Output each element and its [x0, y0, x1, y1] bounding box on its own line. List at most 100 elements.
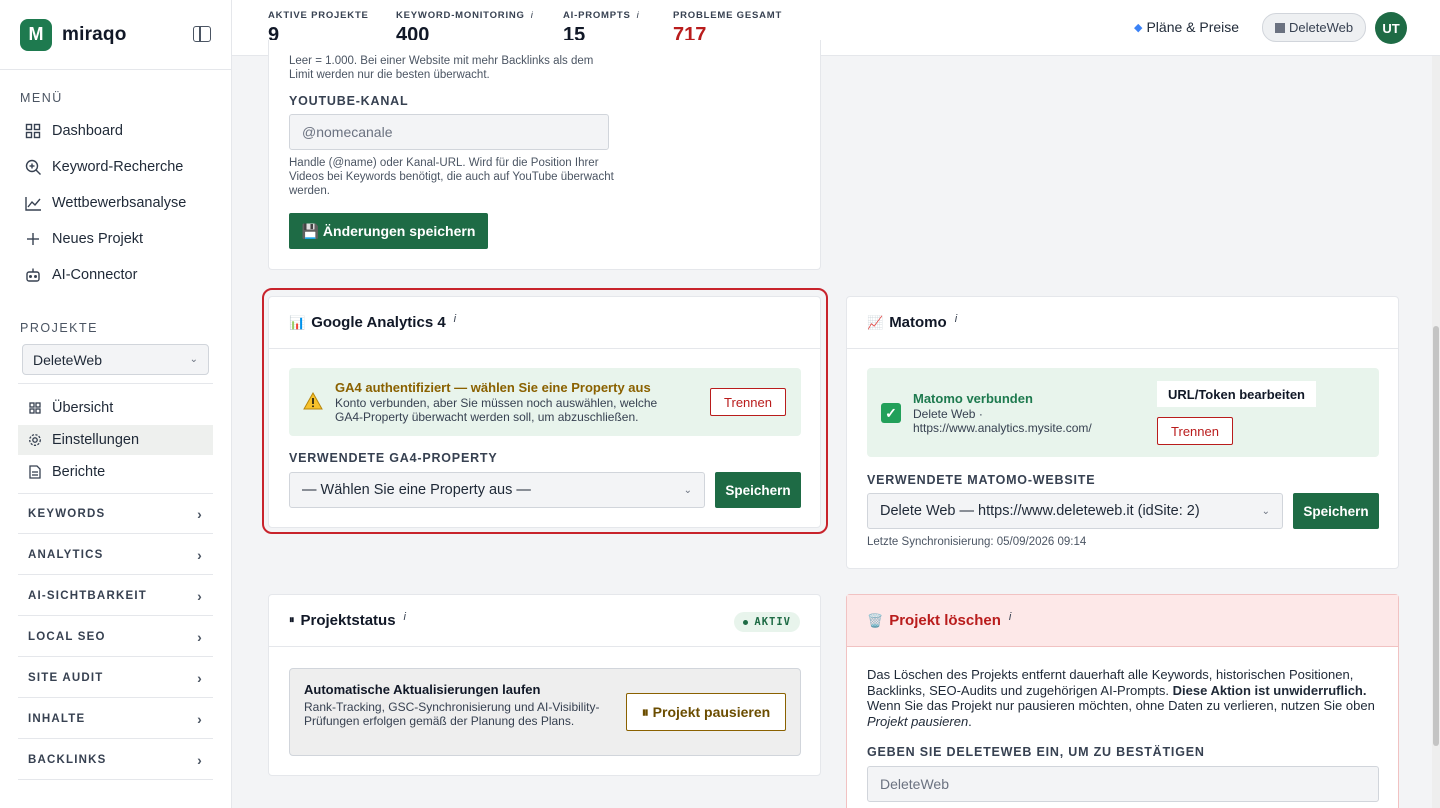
chevron-right-icon: ›: [197, 669, 203, 686]
matomo-notice-url: https://www.analytics.mysite.com/: [913, 421, 1092, 435]
nav-group-local-seo[interactable]: LOCAL SEO ›: [18, 617, 213, 657]
project-settings-card: Leer = 1.000. Bei einer Website mit mehr…: [268, 40, 821, 270]
info-icon[interactable]: i: [955, 313, 957, 325]
group-label: SITE AUDIT: [28, 671, 104, 684]
brand-name[interactable]: miraqo: [62, 24, 127, 46]
delete-text-bold: Diese Aktion ist unwiderruflich.: [1172, 682, 1367, 698]
project-select-value: DeleteWeb: [33, 351, 103, 368]
nav-item-dashboard[interactable]: Dashboard: [18, 115, 213, 147]
robot-icon: [24, 266, 42, 284]
project-nav-einstellungen[interactable]: Einstellungen: [18, 425, 213, 455]
chart-line-icon: [24, 194, 42, 212]
nav-item-neues-projekt[interactable]: Neues Projekt: [18, 223, 213, 255]
divider: [18, 383, 213, 384]
nav-item-label: Keyword-Recherche: [52, 159, 184, 175]
sidebar-toggle-icon[interactable]: [193, 26, 211, 42]
chevron-right-icon: ›: [197, 546, 203, 563]
status-notice-text: Rank-Tracking, GSC-Synchronisierung und …: [304, 700, 600, 728]
info-icon[interactable]: i: [1009, 611, 1011, 623]
matomo-notice-site: Delete Web ·: [913, 407, 983, 421]
logo-icon[interactable]: M: [20, 18, 52, 51]
grid-icon: [28, 401, 42, 415]
trash-icon: 🗑️: [867, 612, 884, 628]
stat-label-text: KEYWORD-MONITORING: [396, 10, 525, 21]
nav-group-site-audit[interactable]: SITE AUDIT ›: [18, 658, 213, 698]
chevron-down-icon: ⌄: [1261, 505, 1270, 517]
plans-link[interactable]: ◆ Pläne & Preise: [1134, 19, 1239, 35]
chevron-right-icon: ›: [197, 628, 203, 645]
project-status-title: Projektstatus: [300, 612, 396, 629]
matomo-edit-button[interactable]: URL/Token bearbeiten: [1157, 381, 1316, 407]
matomo-notice: ✓ Matomo verbunden Delete Web · https://…: [867, 368, 1379, 457]
matomo-notice-title: Matomo verbunden: [913, 391, 1033, 406]
info-icon[interactable]: i: [637, 10, 640, 21]
matomo-website-value: Delete Web — https://www.deleteweb.it (i…: [880, 503, 1200, 519]
youtube-input[interactable]: @nomecanale: [289, 114, 609, 150]
delete-confirm-input[interactable]: DeleteWeb: [867, 766, 1379, 802]
save-changes-button[interactable]: 💾 Änderungen speichern: [289, 213, 488, 249]
ga4-highlight-outline: [262, 288, 828, 534]
chevron-right-icon: ›: [197, 710, 203, 727]
group-label: INHALTE: [28, 712, 86, 725]
sidebar: M miraqo MENÜ Dashboard Keyword-Recherch…: [0, 0, 232, 808]
nav-group-keywords[interactable]: KEYWORDS ›: [18, 494, 213, 534]
avatar[interactable]: UT: [1375, 12, 1407, 44]
backlink-limit-help: Leer = 1.000. Bei einer Website mit mehr…: [289, 55, 594, 81]
matomo-title: Matomo: [889, 314, 947, 331]
youtube-help: Handle (@name) oder Kanal-URL. Wird für …: [289, 157, 614, 197]
group-label: BACKLINKS: [28, 753, 107, 766]
project-nav-label: Berichte: [52, 464, 106, 480]
logo-row: M miraqo: [0, 0, 231, 70]
matomo-disconnect-button[interactable]: Trennen: [1157, 417, 1233, 445]
status-badge-label: AKTIV: [754, 616, 791, 628]
stat-label: KEYWORD-MONITORING i: [396, 10, 534, 21]
info-icon[interactable]: i: [531, 10, 534, 21]
delete-warning-text: Das Löschen des Projekts entfernt dauerh…: [867, 667, 1377, 729]
status-dot: [743, 619, 749, 625]
group-label: ANALYTICS: [28, 548, 104, 561]
gear-icon: [28, 433, 42, 447]
status-notice-title: Automatische Aktualisierungen laufen: [304, 682, 541, 697]
nav-group-analytics[interactable]: ANALYTICS ›: [18, 535, 213, 575]
trend-chart-icon: 📈: [867, 314, 884, 330]
delete-text-b: Wenn Sie das Projekt nur pausieren möcht…: [867, 698, 1375, 713]
projects-section-label: PROJEKTE: [20, 321, 98, 335]
nav-item-keyword-recherche[interactable]: Keyword-Recherche: [18, 151, 213, 183]
project-status-card: ⏸ Projektstatus i AKTIV Automatische Akt…: [268, 594, 821, 776]
matomo-website-select[interactable]: Delete Web — https://www.deleteweb.it (i…: [867, 493, 1283, 529]
matomo-card: 📈 Matomo i ✓ Matomo verbunden Delete Web…: [846, 296, 1399, 569]
project-nav-uebersicht[interactable]: Übersicht: [18, 393, 213, 423]
info-icon[interactable]: i: [404, 611, 406, 623]
plus-icon: [24, 230, 42, 248]
nav-group-inhalte[interactable]: INHALTE ›: [18, 699, 213, 739]
nav-group-ai-sichtbarkeit[interactable]: AI-SICHTBARKEIT ›: [18, 576, 213, 616]
workspace-pill[interactable]: DeleteWeb: [1262, 13, 1367, 42]
nav-item-ai-connector[interactable]: AI-Connector: [18, 259, 213, 291]
matomo-save-button[interactable]: Speichern: [1293, 493, 1379, 529]
delete-text-italic: Projekt pausieren: [867, 713, 969, 729]
pause-icon: ⏸: [289, 614, 295, 626]
page-scrollbar[interactable]: [1432, 56, 1440, 808]
chevron-down-icon: ⌄: [189, 354, 198, 365]
plans-label: Pläne & Preise: [1146, 19, 1240, 35]
grid-icon: [24, 122, 42, 140]
project-nav-berichte[interactable]: Berichte: [18, 457, 213, 487]
nav-group-backlinks[interactable]: BACKLINKS ›: [18, 740, 213, 780]
stat-label-text: AI-PROMPTS: [563, 10, 631, 21]
matomo-sync-info: Letzte Synchronisierung: 05/09/2026 09:1…: [867, 536, 1087, 548]
menu-section-label: MENÜ: [20, 91, 63, 105]
pause-project-button[interactable]: ⏸ Projekt pausieren: [626, 693, 786, 731]
delete-confirm-label: GEBEN SIE DELETEWEB EIN, UM ZU BESTÄTIGE…: [867, 745, 1205, 759]
project-nav-label: Einstellungen: [52, 432, 140, 448]
delete-project-card: 🗑️ Projekt löschen i Das Löschen des Pro…: [846, 594, 1399, 808]
delete-project-header: 🗑️ Projekt löschen i: [847, 595, 1398, 647]
project-select[interactable]: DeleteWeb ⌄: [22, 344, 209, 375]
status-badge: AKTIV: [734, 612, 800, 632]
nav-item-wettbewerbsanalyse[interactable]: Wettbewerbsanalyse: [18, 187, 213, 219]
scrollbar-thumb[interactable]: [1433, 326, 1439, 746]
search-plus-icon: [24, 158, 42, 176]
matomo-website-label: VERWENDETE MATOMO-WEBSITE: [867, 473, 1096, 487]
nav-item-label: Dashboard: [52, 123, 123, 139]
nav-item-label: Wettbewerbsanalyse: [52, 195, 187, 211]
group-label: LOCAL SEO: [28, 630, 106, 643]
